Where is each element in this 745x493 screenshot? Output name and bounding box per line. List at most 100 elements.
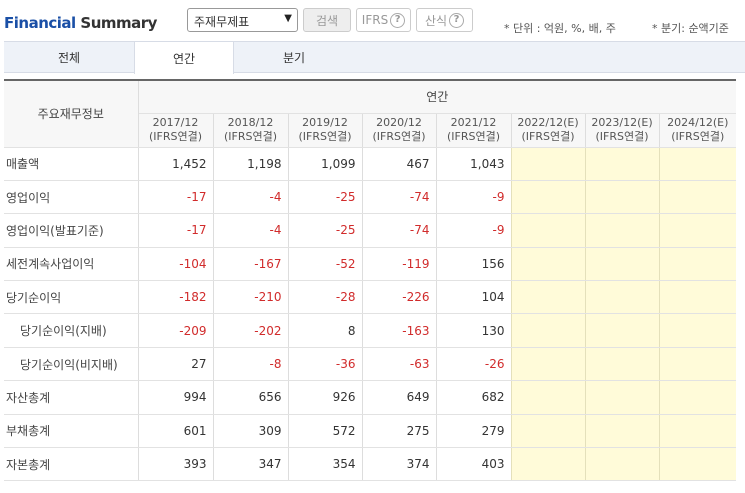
column-header: 2018/12 (IFRS연결) [212, 113, 288, 148]
table-cell: -28 [287, 280, 362, 315]
ifrs-help-button[interactable]: IFRS ? [356, 8, 411, 32]
unit-note: * 단위 : 억원, %, 배, 주 [504, 22, 616, 35]
table-cell [658, 147, 736, 181]
page-title-part1: Financial [4, 14, 76, 32]
table-cell [584, 414, 659, 449]
table-cell [584, 447, 659, 482]
row-label: 자산총계 [4, 380, 139, 415]
column-period: 2017/12 [152, 116, 199, 129]
quarter-note: * 분기: 순액기준 [652, 22, 729, 35]
row-label: 세전계속사업이익 [4, 247, 139, 282]
table-cell [510, 213, 585, 248]
table-row: 당기순이익(지배) -209 -202 8 -163 130 [4, 313, 736, 348]
search-button-label: 검색 [315, 13, 339, 28]
row-label: 부채총계 [4, 414, 139, 449]
statement-select[interactable]: 주재무제표 ▼ [187, 8, 298, 32]
table-cell: -17 [137, 213, 213, 248]
table-cell [510, 247, 585, 282]
table-cell [584, 213, 659, 248]
table-cell: 994 [137, 380, 213, 415]
table-cell [658, 247, 736, 282]
table-cell: -209 [137, 313, 213, 348]
table-cell [510, 347, 585, 382]
table-cell [584, 247, 659, 282]
table-row: 당기순이익 -182 -210 -28 -226 104 [4, 280, 736, 315]
column-header: 2023/12(E) (IFRS연결) [584, 113, 659, 148]
table-row: 영업이익(발표기준) -17 -4 -25 -74 -9 [4, 213, 736, 248]
row-label: 자본총계 [4, 447, 139, 482]
table-cell: -36 [287, 347, 362, 382]
table-cell: 393 [137, 447, 213, 482]
table-cell: -163 [361, 313, 436, 348]
column-basis: (IFRS연결) [521, 130, 575, 143]
column-basis: (IFRS연결) [223, 130, 278, 143]
table-cell [584, 147, 659, 181]
column-period: 2022/12(E) [517, 116, 579, 129]
table-cell: 1,099 [287, 147, 362, 181]
table-cell [658, 313, 736, 348]
table-cell [584, 347, 659, 382]
table-cell [510, 380, 585, 415]
tab-annual[interactable]: 연간 [134, 42, 234, 74]
table-cell [658, 347, 736, 382]
table-cell: -9 [435, 180, 511, 215]
column-period: 2019/12 [302, 116, 348, 129]
statement-select-value: 주재무제표 [194, 15, 250, 29]
question-icon: ? [449, 12, 465, 28]
table-cell: 347 [212, 447, 288, 482]
row-label: 당기순이익 [4, 280, 139, 315]
row-label: 매출액 [4, 147, 139, 181]
table-cell: 27 [137, 347, 213, 382]
financial-summary-table: 주요재무정보 연간 2017/12 (IFRS연결) 2018/12 (IFRS연결)… [4, 79, 736, 482]
table-cell [584, 180, 659, 215]
table-cell: 572 [287, 414, 362, 449]
table-cell: -182 [137, 280, 213, 315]
table-cell: -4 [212, 180, 288, 215]
column-period: 2021/12 [450, 116, 497, 129]
column-basis: (IFRS연결) [148, 130, 203, 143]
page-title: Financial Summary [4, 14, 157, 32]
tab-all[interactable]: 전체 [4, 42, 134, 73]
column-basis: (IFRS연결) [446, 130, 501, 143]
table-cell [510, 280, 585, 315]
period-tabs: 전체 연간 분기 [4, 41, 745, 74]
column-basis: (IFRS연결) [298, 130, 352, 143]
table-cell: -4 [212, 213, 288, 248]
table-cell [658, 180, 736, 215]
row-label: 당기순이익(비지배) [4, 347, 139, 382]
table-cell: 682 [435, 380, 511, 415]
table-cell: 156 [435, 247, 511, 282]
search-button[interactable]: 검색 [303, 8, 351, 32]
table-cell: 279 [435, 414, 511, 449]
table-cell: 354 [287, 447, 362, 482]
table-cell: -104 [137, 247, 213, 282]
column-header: 2021/12 (IFRS연결) [435, 113, 511, 148]
column-basis: (IFRS연결) [595, 130, 649, 143]
formula-help-button[interactable]: 산식 ? [416, 8, 473, 32]
table-cell: -25 [287, 213, 362, 248]
table-cell [510, 180, 585, 215]
table-cell: 275 [361, 414, 436, 449]
table-cell: -52 [287, 247, 362, 282]
table-cell: -8 [212, 347, 288, 382]
table-cell: 309 [212, 414, 288, 449]
table-cell [658, 213, 736, 248]
table-cell: 374 [361, 447, 436, 482]
column-period: 2023/12(E) [591, 116, 653, 129]
column-header: 2017/12 (IFRS연결) [137, 113, 213, 148]
column-header: 2019/12 (IFRS연결) [287, 113, 362, 148]
table-cell: 601 [137, 414, 213, 449]
table-row: 매출액 1,452 1,198 1,099 467 1,043 [4, 147, 736, 181]
table-cell [584, 280, 659, 315]
table-cell [510, 313, 585, 348]
table-cell: -74 [361, 180, 436, 215]
table-cell: -25 [287, 180, 362, 215]
topbar: Financial Summary 주재무제표 ▼ 검색 IFRS ? 산식 ?… [0, 0, 745, 40]
table-cell: 467 [361, 147, 436, 181]
tab-quarterly[interactable]: 분기 [234, 42, 354, 73]
table-row: 영업이익 -17 -4 -25 -74 -9 [4, 180, 736, 215]
question-icon: ? [390, 12, 406, 28]
table-cell: 8 [287, 313, 362, 348]
table-cell: -202 [212, 313, 288, 348]
page-title-part2: Summary [80, 14, 157, 32]
